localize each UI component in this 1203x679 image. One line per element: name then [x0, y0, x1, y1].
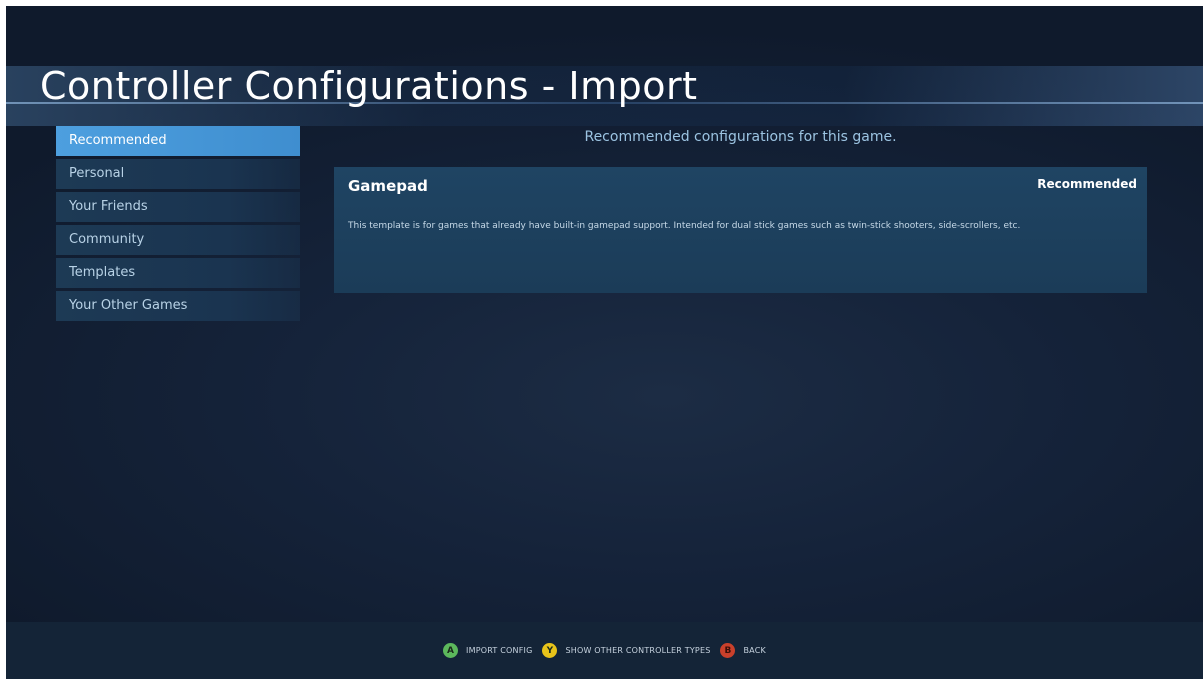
section-subtitle: Recommended configurations for this game… — [584, 129, 897, 145]
sidebar-item-recommended[interactable]: Recommended — [56, 126, 300, 156]
hint-back[interactable]: B BACK — [720, 643, 766, 658]
hint-import-config[interactable]: A IMPORT CONFIG — [443, 643, 532, 658]
recommended-badge: Recommended — [1037, 177, 1137, 191]
hint-label: BACK — [743, 646, 766, 655]
y-button-icon: Y — [542, 643, 558, 658]
config-card-gamepad[interactable]: Gamepad Recommended This template is for… — [334, 167, 1147, 293]
sidebar-item-your-other-games[interactable]: Your Other Games — [56, 291, 300, 321]
hint-show-other-controller-types[interactable]: Y SHOW OTHER CONTROLLER TYPES — [542, 643, 710, 658]
steam-big-picture-window: Controller Configurations - Import Recom… — [6, 6, 1203, 679]
sidebar-item-community[interactable]: Community — [56, 225, 300, 255]
page-title: Controller Configurations - Import — [40, 64, 698, 108]
b-button-icon: B — [720, 643, 736, 658]
hint-label: IMPORT CONFIG — [466, 646, 533, 655]
sidebar-item-templates[interactable]: Templates — [56, 258, 300, 288]
config-description: This template is for games that already … — [348, 221, 1021, 231]
a-button-icon: A — [443, 643, 459, 658]
config-name: Gamepad — [348, 177, 428, 195]
category-sidebar: Recommended Personal Your Friends Commun… — [56, 126, 300, 324]
hint-label: SHOW OTHER CONTROLLER TYPES — [565, 646, 711, 655]
button-hint-bar: A IMPORT CONFIG Y SHOW OTHER CONTROLLER … — [6, 622, 1203, 679]
sidebar-item-your-friends[interactable]: Your Friends — [56, 192, 300, 222]
sidebar-item-personal[interactable]: Personal — [56, 159, 300, 189]
